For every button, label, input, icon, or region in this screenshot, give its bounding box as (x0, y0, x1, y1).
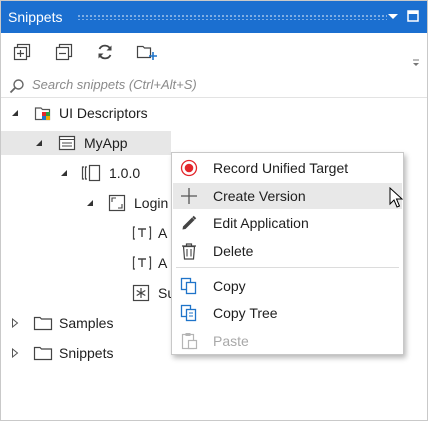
copy-tree-icon (180, 304, 198, 322)
expand-all-icon (13, 43, 31, 61)
collapse-all-icon (55, 43, 73, 61)
tree-node-label: Samples (59, 315, 114, 331)
tree-node-label: A (158, 225, 168, 241)
folder-icon (33, 315, 53, 334)
menu-separator (176, 267, 399, 268)
context-menu: Record Unified Target Create Version Edi… (171, 152, 404, 355)
menu-item-copy-tree[interactable]: Copy Tree (173, 300, 402, 326)
expanded-arrow-icon[interactable] (35, 139, 43, 147)
paste-icon (180, 332, 198, 350)
trash-icon (180, 242, 198, 260)
chevron-down-icon[interactable] (386, 9, 400, 23)
ui-descriptors-icon (34, 103, 54, 126)
tree-row-login[interactable]: Login (1, 191, 171, 215)
tree-row-snippets[interactable]: Snippets (1, 341, 171, 365)
expanded-arrow-icon[interactable] (60, 169, 68, 177)
expand-all-button[interactable] (9, 39, 35, 65)
folder-icon (33, 345, 53, 364)
search-bar[interactable]: Search snippets (Ctrl+Alt+S) (1, 73, 427, 98)
tree-row-element[interactable]: Su (1, 281, 175, 305)
mouse-cursor-icon (389, 187, 403, 208)
panel-title: Snippets (8, 9, 63, 25)
tree-row-element[interactable]: A (1, 251, 171, 275)
tree-node-label: A (158, 255, 168, 271)
collapse-all-button[interactable] (51, 39, 77, 65)
tree-node-label: Login (134, 195, 169, 211)
snippets-toolbar (1, 33, 427, 71)
text-element-icon (132, 255, 152, 274)
tree-node-label: Snippets (59, 345, 114, 361)
tree-row-element[interactable]: A (1, 221, 171, 245)
menu-item-record-unified-target[interactable]: Record Unified Target (173, 155, 402, 181)
tree-row-version[interactable]: 1.0.0 (1, 161, 171, 185)
copy-icon (180, 277, 198, 295)
panel-title-bar[interactable]: Snippets (1, 1, 427, 33)
application-icon (58, 135, 76, 154)
asterisk-element-icon (132, 284, 150, 305)
tree-row-samples[interactable]: Samples (1, 311, 171, 335)
maximize-icon[interactable] (406, 9, 420, 23)
menu-item-copy[interactable]: Copy (173, 273, 402, 299)
text-element-icon (132, 225, 152, 244)
version-icon (81, 164, 103, 185)
search-input[interactable]: Search snippets (Ctrl+Alt+S) (32, 77, 197, 92)
pencil-icon (180, 214, 198, 232)
menu-item-paste[interactable]: Paste (173, 328, 402, 354)
record-icon (180, 159, 198, 177)
collapsed-arrow-icon[interactable] (11, 348, 19, 358)
toolbar-overflow-icon[interactable] (411, 55, 421, 67)
tree-node-label: 1.0.0 (109, 165, 141, 181)
screen-icon (108, 194, 126, 215)
refresh-icon (98, 44, 112, 60)
tree-row-ui-descriptors[interactable]: UI Descriptors (1, 101, 427, 125)
menu-item-edit-application[interactable]: Edit Application (173, 210, 402, 236)
snippets-panel: Snippets Search snippets (Ctrl+Alt+S) UI… (0, 0, 428, 421)
refresh-button[interactable] (92, 39, 118, 65)
tree-node-label: UI Descriptors (59, 105, 148, 121)
add-folder-button[interactable] (132, 39, 158, 65)
expanded-arrow-icon[interactable] (86, 199, 94, 207)
menu-item-delete[interactable]: Delete (173, 238, 402, 264)
expanded-arrow-icon[interactable] (11, 109, 19, 117)
search-icon (9, 78, 25, 97)
menu-item-create-version[interactable]: Create Version (173, 183, 402, 209)
tree-node-label: MyApp (84, 135, 128, 151)
plus-icon (180, 187, 198, 205)
tree-row-myapp[interactable]: MyApp (1, 131, 171, 155)
title-bar-grip[interactable] (77, 14, 387, 20)
collapsed-arrow-icon[interactable] (11, 318, 19, 328)
add-folder-icon (136, 45, 157, 60)
